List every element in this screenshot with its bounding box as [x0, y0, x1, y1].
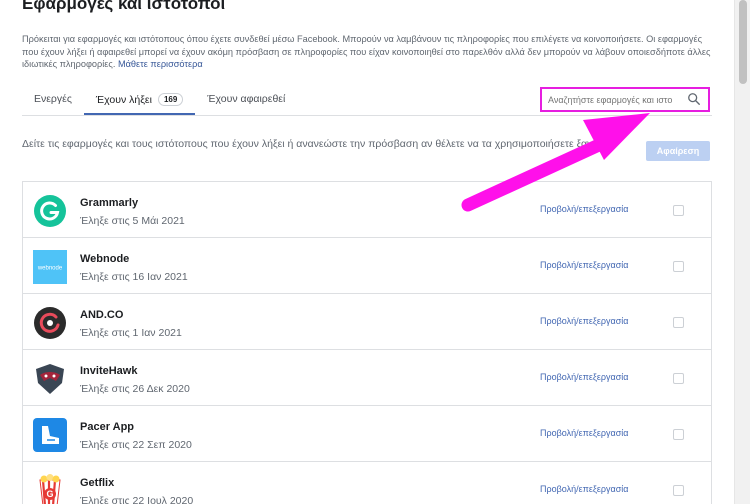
tab-expired[interactable]: Έχουν λήξει 169 [83, 87, 196, 116]
app-name: Webnode [80, 253, 130, 265]
view-edit-link[interactable]: Προβολή/επεξεργασία [540, 484, 629, 494]
tab-active-label: Ενεργές [34, 93, 72, 105]
app-expired-date: Έληξε στις 16 Ιαν 2021 [80, 271, 188, 283]
invitehawk-logo [36, 364, 64, 394]
expired-count-badge: 169 [157, 93, 184, 106]
app-row-pacer: Pacer App Έληξε στις 22 Σεπ 2020 Προβολή… [22, 406, 712, 462]
app-expired-date: Έληξε στις 5 Μάι 2021 [80, 215, 185, 227]
tab-active[interactable]: Ενεργές [22, 87, 84, 115]
app-name: AND.CO [80, 309, 124, 321]
app-name: Grammarly [80, 197, 139, 209]
scrollbar-thumb[interactable] [739, 0, 747, 84]
info-text: Δείτε τις εφαρμογές και τους ιστότοπους … [22, 138, 602, 150]
select-checkbox[interactable] [673, 261, 684, 272]
select-checkbox[interactable] [673, 373, 684, 384]
app-name: Getflix [80, 477, 115, 489]
app-expired-date: Έληξε στις 1 Ιαν 2021 [80, 327, 182, 339]
pacer-logo [33, 418, 67, 452]
getflix-logo: G [39, 474, 61, 504]
app-name: Pacer App [80, 421, 135, 433]
tab-divider [22, 115, 712, 116]
view-edit-link[interactable]: Προβολή/επεξεργασία [540, 372, 629, 382]
svg-text:G: G [46, 489, 53, 499]
app-expired-date: Έληξε στις 26 Δεκ 2020 [80, 383, 190, 395]
search-icon[interactable] [687, 92, 701, 106]
tab-removed[interactable]: Έχουν αφαιρεθεί [195, 87, 297, 115]
select-checkbox[interactable] [673, 205, 684, 216]
tab-expired-label: Έχουν λήξει [95, 94, 152, 106]
app-row-getflix: G Getflix Έληξε στις 22 Ιουλ 2020 Προβολ… [22, 462, 712, 504]
view-edit-link[interactable]: Προβολή/επεξεργασία [540, 204, 629, 214]
select-checkbox[interactable] [673, 485, 684, 496]
tab-removed-label: Έχουν αφαιρεθεί [207, 93, 286, 105]
search-box[interactable] [540, 87, 710, 112]
app-expired-date: Έληξε στις 22 Ιουλ 2020 [80, 495, 194, 504]
grammarly-logo [34, 195, 66, 227]
view-edit-link[interactable]: Προβολή/επεξεργασία [540, 316, 629, 326]
search-input[interactable] [548, 93, 684, 107]
page-title: Εφαρμογές και ιστότοποι [22, 0, 226, 13]
select-checkbox[interactable] [673, 429, 684, 440]
app-row-andco: AND.CO Έληξε στις 1 Ιαν 2021 Προβολή/επε… [22, 294, 712, 350]
webnode-logo-text: webnode [37, 266, 63, 272]
vertical-scrollbar[interactable] [734, 0, 750, 504]
page-description: Πρόκειται για εφαρμογές και ιστότοπους ό… [22, 33, 712, 71]
andco-logo [34, 307, 66, 339]
app-list: Grammarly Έληξε στις 5 Μάι 2021 Προβολή/… [22, 181, 712, 504]
view-edit-link[interactable]: Προβολή/επεξεργασία [540, 260, 629, 270]
app-expired-date: Έληξε στις 22 Σεπ 2020 [80, 439, 192, 451]
webnode-logo: webnode [33, 250, 67, 284]
learn-more-link[interactable]: Μάθετε περισσότερα [118, 59, 203, 69]
tab-bar: Ενεργές Έχουν λήξει 169 Έχουν αφαιρεθεί [22, 87, 297, 116]
app-row-grammarly: Grammarly Έληξε στις 5 Μάι 2021 Προβολή/… [22, 182, 712, 238]
app-row-invitehawk: InviteHawk Έληξε στις 26 Δεκ 2020 Προβολ… [22, 350, 712, 406]
remove-button[interactable]: Αφαίρεση [646, 141, 710, 161]
app-name: InviteHawk [80, 365, 138, 377]
select-checkbox[interactable] [673, 317, 684, 328]
view-edit-link[interactable]: Προβολή/επεξεργασία [540, 428, 629, 438]
apps-websites-page: Εφαρμογές και ιστότοποι Πρόκειται για εφ… [0, 0, 734, 504]
app-row-webnode: webnode Webnode Έληξε στις 16 Ιαν 2021 Π… [22, 238, 712, 294]
